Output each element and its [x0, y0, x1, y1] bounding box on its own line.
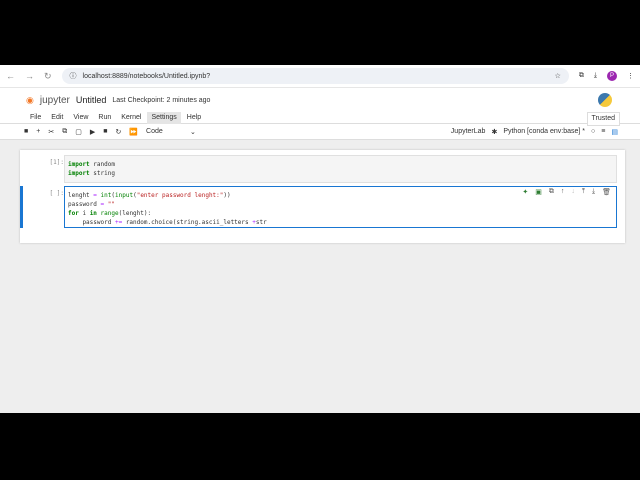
forward-icon[interactable]: →: [25, 71, 34, 81]
property-inspector-icon[interactable]: ▤: [611, 128, 618, 136]
duplicate-icon[interactable]: ⧉: [549, 188, 554, 196]
run-all-icon[interactable]: ⏩: [129, 128, 138, 136]
url-text: localhost:8889/notebooks/Untitled.ipynb?: [82, 72, 211, 80]
checkpoint-status: Last Checkpoint: 2 minutes ago: [112, 96, 211, 104]
restart-icon[interactable]: ↻: [115, 128, 121, 136]
kernel-status-icon: ○: [591, 128, 596, 135]
code-cell[interactable]: [1]: import random import string: [28, 155, 617, 183]
browser-window: ← → ↻ ⓘ localhost:8889/notebooks/Untitled…: [0, 65, 640, 413]
download-icon[interactable]: ⤓: [594, 72, 597, 80]
menu-bar: File Edit View Run Kernel Settings Help …: [0, 111, 640, 126]
paste-icon[interactable]: ▢: [75, 128, 82, 136]
jupyter-logo-icon: ◉: [26, 94, 34, 105]
active-cell-indicator: [20, 186, 23, 228]
delete-icon[interactable]: 🗑: [602, 188, 611, 196]
menu-settings[interactable]: Settings: [147, 111, 181, 124]
cell-editor[interactable]: import random import string: [64, 155, 617, 183]
move-up-icon[interactable]: ↑: [561, 188, 565, 196]
copy-icon[interactable]: ⧉: [62, 128, 67, 136]
reload-icon[interactable]: ↻: [44, 71, 52, 82]
menu-kernel[interactable]: Kernel: [117, 112, 145, 124]
cut-icon[interactable]: ✂: [48, 128, 54, 136]
avatar[interactable]: P: [607, 71, 617, 81]
notebook-area: [1]: import random import string [ ]: le…: [0, 140, 640, 413]
menu-icon[interactable]: ⋮: [627, 72, 634, 80]
info-icon[interactable]: ⓘ: [70, 71, 77, 81]
star-icon[interactable]: ☆: [555, 72, 561, 80]
notebook-panel: [1]: import random import string [ ]: le…: [20, 150, 625, 243]
menu-view[interactable]: View: [69, 112, 92, 124]
extensions-icon[interactable]: ⧉: [579, 72, 584, 80]
list-icon[interactable]: ≡: [601, 128, 605, 135]
python-logo-icon: [598, 93, 612, 107]
stop-icon[interactable]: ■: [103, 128, 107, 135]
notebook-title[interactable]: Untitled: [76, 95, 107, 105]
menu-file[interactable]: File: [26, 112, 45, 124]
menu-run[interactable]: Run: [94, 112, 115, 124]
format-icon[interactable]: ▣: [535, 188, 542, 196]
move-down-icon[interactable]: ↓: [571, 188, 575, 196]
insert-below-icon[interactable]: ⤓: [592, 188, 595, 196]
menu-help[interactable]: Help: [183, 112, 205, 124]
cell-type-select[interactable]: Code: [146, 128, 182, 135]
debug-icon[interactable]: ✱: [491, 128, 497, 136]
browser-toolbar: ← → ↻ ⓘ localhost:8889/notebooks/Untitled…: [0, 65, 640, 88]
code-cell-active[interactable]: [ ]: lenght = int(input("enter password …: [20, 186, 617, 228]
run-icon[interactable]: ▶: [90, 128, 95, 136]
jupyter-logo[interactable]: jupyter: [40, 95, 70, 106]
ai-sparkle-icon[interactable]: ✦: [522, 188, 528, 196]
back-icon[interactable]: ←: [6, 71, 15, 81]
notebook-toolbar: ■ + ✂ ⧉ ▢ ▶ ■ ↻ ⏩ Code ⌄ JupyterLab ✱ Py…: [0, 124, 640, 140]
insert-above-icon[interactable]: ⤒: [582, 188, 585, 196]
add-cell-icon[interactable]: +: [36, 128, 40, 135]
cell-prompt: [ ]:: [49, 190, 64, 197]
kernel-name[interactable]: Python [conda env:base] *: [503, 128, 585, 135]
jupyterlab-link[interactable]: JupyterLab: [451, 128, 486, 135]
save-icon[interactable]: ■: [24, 128, 28, 135]
jupyter-header: ◉ jupyter Untitled Last Checkpoint: 2 mi…: [0, 88, 640, 112]
cell-toolbar: ✦ ▣ ⧉ ↑ ↓ ⤒ ⤓ 🗑: [522, 188, 611, 196]
cell-prompt: [1]:: [49, 159, 64, 166]
chevron-down-icon[interactable]: ⌄: [190, 128, 196, 136]
menu-edit[interactable]: Edit: [47, 112, 67, 124]
address-bar[interactable]: ⓘ localhost:8889/notebooks/Untitled.ipynb…: [61, 68, 569, 84]
